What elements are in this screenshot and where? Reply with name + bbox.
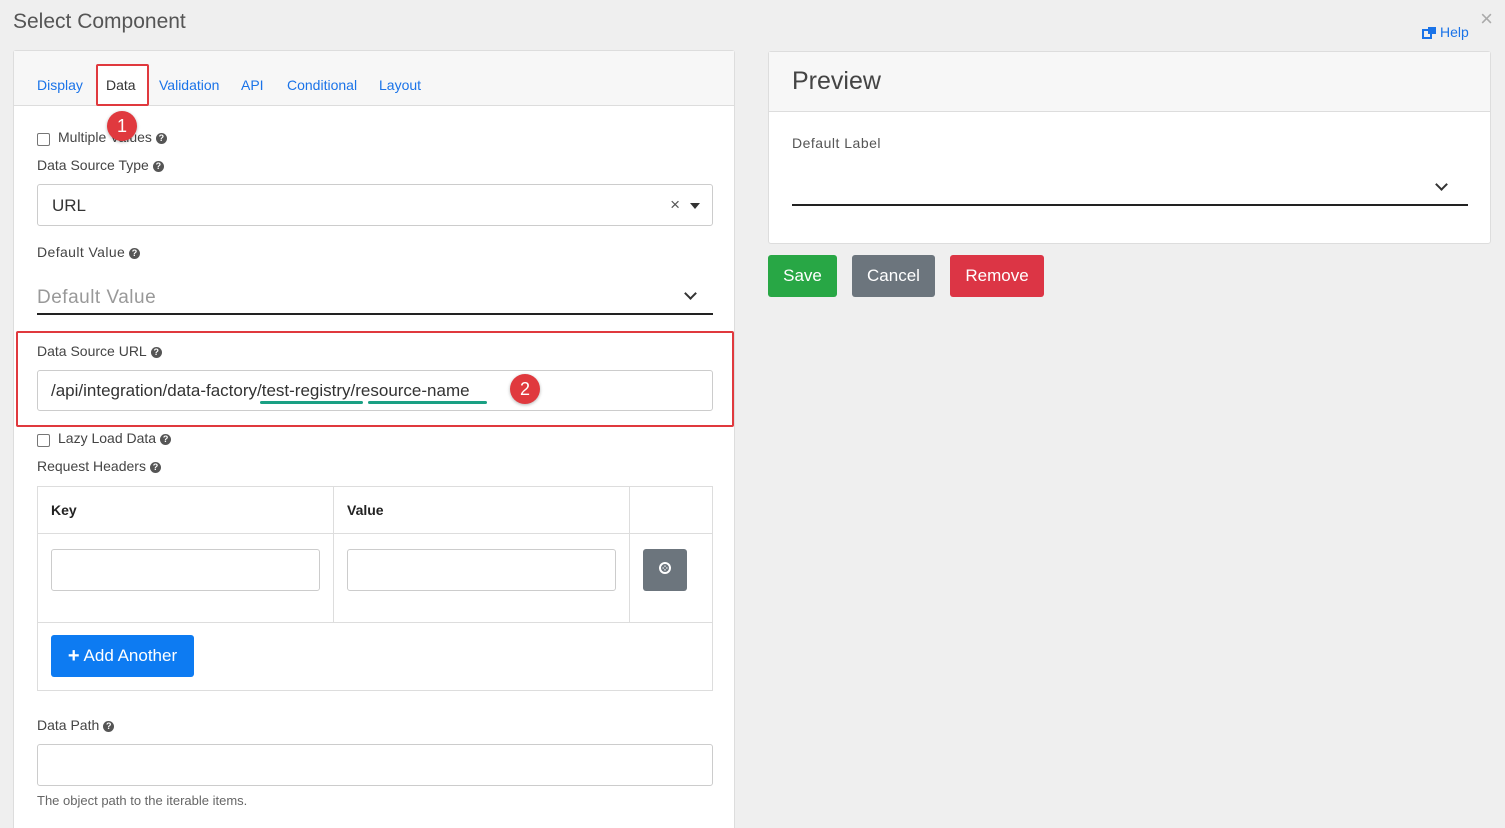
data-path-help-text: The object path to the iterable items. — [37, 793, 248, 808]
preview-panel: Preview Default Label — [768, 51, 1491, 244]
header-key-input[interactable] — [51, 549, 320, 591]
data-source-url-label: Data Source URL? — [37, 343, 162, 359]
multiple-values-checkbox[interactable] — [37, 133, 50, 146]
default-value-placeholder: Default Value — [37, 287, 157, 308]
data-source-url-value: /api/integration/data-factory/test-regis… — [51, 381, 470, 400]
spellcheck-underline — [260, 401, 363, 404]
remove-row-button[interactable] — [643, 549, 687, 591]
question-icon: ? — [150, 347, 162, 358]
request-headers-table: Key Value + Add Another — [37, 486, 713, 691]
lazy-load-checkbox[interactable] — [37, 434, 50, 447]
preview-title: Preview — [792, 67, 881, 95]
add-another-button[interactable]: + Add Another — [51, 635, 194, 677]
question-icon: ? — [149, 462, 161, 473]
remove-circle-icon — [658, 561, 672, 580]
close-icon[interactable]: × — [1480, 8, 1493, 30]
annotation-badge-1: 1 — [107, 111, 137, 141]
table-header-row: Key Value — [38, 487, 712, 534]
chevron-down-icon — [684, 287, 697, 300]
preview-header: Preview — [769, 52, 1490, 112]
annotation-badge-2: 2 — [510, 374, 540, 404]
tab-validation[interactable]: Validation — [159, 77, 219, 93]
caret-down-icon — [690, 203, 700, 209]
data-source-type-select[interactable]: URL × — [37, 184, 713, 226]
help-label: Help — [1440, 24, 1469, 40]
external-link-icon — [1422, 26, 1437, 39]
question-icon: ? — [152, 161, 164, 172]
lazy-load-label: Lazy Load Data? — [58, 430, 172, 446]
question-icon: ? — [155, 133, 167, 144]
cancel-button[interactable]: Cancel — [852, 255, 935, 297]
column-divider — [629, 487, 630, 622]
tab-layout[interactable]: Layout — [379, 77, 421, 93]
data-source-type-value: URL — [52, 196, 87, 215]
column-header-value: Value — [347, 502, 384, 518]
data-path-label: Data Path? — [37, 717, 115, 733]
data-source-type-label: Data Source Type? — [37, 157, 164, 173]
preview-field-label: Default Label — [792, 135, 882, 151]
data-path-input[interactable] — [37, 744, 713, 786]
header-value-input[interactable] — [347, 549, 616, 591]
add-another-label: Add Another — [83, 646, 178, 665]
chevron-down-icon — [1435, 178, 1448, 191]
tab-data[interactable]: Data — [106, 77, 136, 93]
tab-bar: Display Data Validation API Conditional … — [14, 51, 734, 106]
save-button[interactable]: Save — [768, 255, 837, 297]
question-icon: ? — [103, 721, 115, 732]
request-headers-label: Request Headers? — [37, 458, 161, 474]
question-icon: ? — [129, 248, 141, 259]
tab-conditional[interactable]: Conditional — [287, 77, 357, 93]
preview-select[interactable] — [792, 170, 1468, 206]
default-value-label: Default Value? — [37, 244, 141, 260]
dialog-title: Select Component — [13, 10, 186, 33]
tab-display[interactable]: Display — [37, 77, 83, 93]
edit-panel: Display Data Validation API Conditional … — [13, 50, 735, 828]
remove-button[interactable]: Remove — [950, 255, 1044, 297]
question-icon: ? — [160, 434, 172, 445]
spellcheck-underline — [368, 401, 487, 404]
data-source-url-input[interactable]: /api/integration/data-factory/test-regis… — [37, 370, 713, 411]
column-header-key: Key — [51, 502, 77, 518]
plus-icon: + — [67, 645, 80, 667]
clear-icon[interactable]: × — [670, 195, 680, 215]
help-link[interactable]: Help — [1422, 24, 1469, 40]
row-divider — [38, 622, 712, 623]
column-divider — [333, 487, 334, 622]
tab-api[interactable]: API — [241, 77, 264, 93]
default-value-select[interactable]: Default Value — [37, 279, 713, 315]
